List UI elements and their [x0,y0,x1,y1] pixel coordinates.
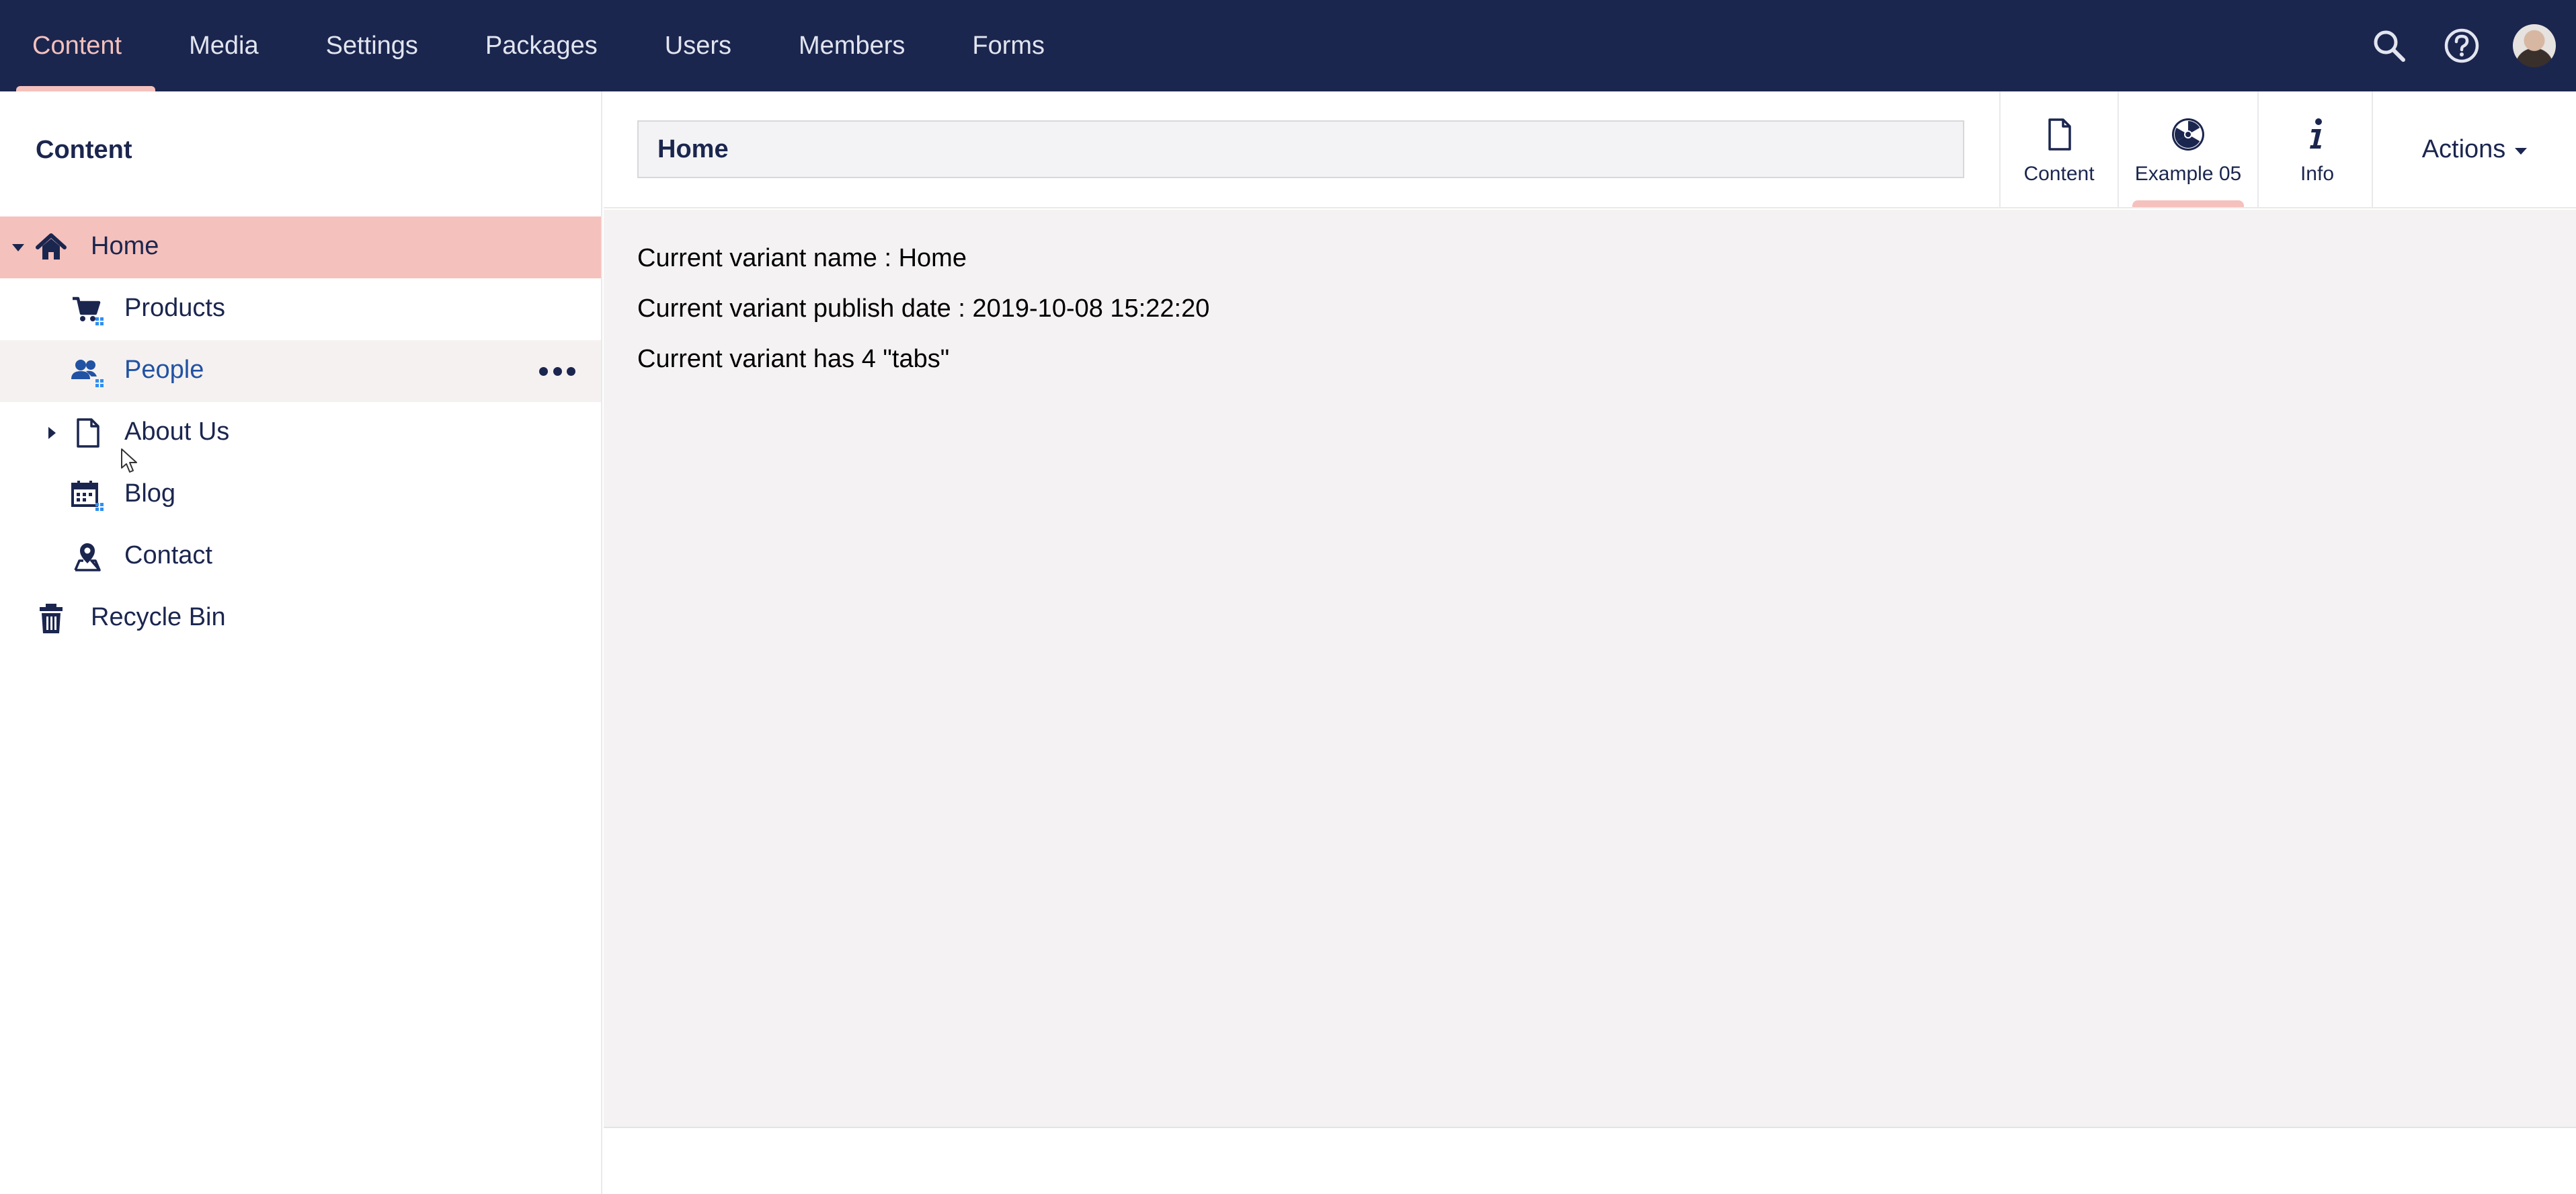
tree-item-label: Contact [124,541,212,569]
top-navigation-bar: Content Media Settings Packages Users Me… [0,0,2576,91]
editor-header: Content Example 05 Info Actions [604,91,2576,208]
expand-caret-icon[interactable] [12,244,24,251]
map-pin-icon [74,543,101,571]
caret-down-icon [2515,148,2528,155]
home-icon [36,233,67,260]
dot-icon [553,366,562,376]
variant-name-text: Current variant name : Home [637,244,967,272]
user-avatar[interactable] [2513,24,2556,67]
tree-item-label: Blog [124,479,176,508]
variant-tabs-count-text: Current variant has 4 "tabs" [637,345,950,373]
variant-publish-date-text: Current variant publish date : 2019-10-0… [637,294,1210,323]
dot-icon [567,366,575,376]
radioactive-icon [2172,118,2204,151]
actions-dropdown-button[interactable]: Actions [2372,91,2576,207]
help-button[interactable] [2440,24,2483,67]
editor-footer [604,1129,2576,1194]
calendar-icon [71,481,104,511]
info-icon [2310,118,2322,149]
tree-item-label: About Us [124,417,230,446]
tree-item-blog[interactable]: Blog [0,464,601,526]
app-tab-label: Info [2300,163,2335,185]
app-tab-content[interactable]: Content [1999,91,2118,207]
more-options-button[interactable] [539,364,575,378]
document-icon [77,418,99,448]
app-tab-info[interactable]: Info [2257,91,2376,207]
tree-item-label: Products [124,294,225,322]
section-tabs: Content Media Settings Packages Users Me… [16,0,1078,91]
content-tree: Home Products People About Us Blog Conta… [0,216,601,649]
nav-tab-media[interactable]: Media [155,0,292,91]
nav-tab-content[interactable]: Content [16,0,156,91]
nav-tab-members[interactable]: Members [765,0,938,91]
actions-label: Actions [2421,134,2506,163]
tree-item-label: Recycle Bin [91,603,226,631]
nav-tab-packages[interactable]: Packages [452,0,631,91]
app-tab-label: Content [2023,163,2095,185]
node-name-input[interactable] [637,120,1964,178]
trash-icon [40,604,63,633]
nav-tab-forms[interactable]: Forms [938,0,1078,91]
content-tree-sidebar: Content Home Products People About Us Bl… [0,91,602,1194]
search-button[interactable] [2368,24,2411,67]
search-icon [2374,30,2405,62]
editor-content-area: Current variant name : Home Current vari… [604,210,2576,1128]
nav-tab-settings[interactable]: Settings [292,0,452,91]
nav-tab-users[interactable]: Users [631,0,765,91]
app-tab-example-05[interactable]: Example 05 [2118,91,2257,207]
dot-icon [539,366,548,376]
sidebar-title: Content [36,136,132,164]
tree-item-products[interactable]: Products [0,278,601,340]
tree-item-label: Home [91,232,159,260]
tree-item-label: People [124,356,204,384]
help-icon [2444,28,2479,63]
expand-caret-icon[interactable] [48,427,56,439]
document-icon [2048,118,2071,151]
users-icon [71,360,104,387]
mouse-cursor-icon [121,448,137,473]
tree-item-people[interactable]: People [0,340,601,402]
shopping-cart-icon [73,296,104,325]
app-tab-label: Example 05 [2134,163,2242,185]
tree-item-home[interactable]: Home [0,216,601,278]
tree-item-about-us[interactable]: About Us [0,402,601,464]
header-tools [2368,0,2556,91]
tree-item-contact[interactable]: Contact [0,526,601,588]
content-apps: Content Example 05 Info [1999,91,2376,207]
tree-item-recycle-bin[interactable]: Recycle Bin [0,588,601,649]
